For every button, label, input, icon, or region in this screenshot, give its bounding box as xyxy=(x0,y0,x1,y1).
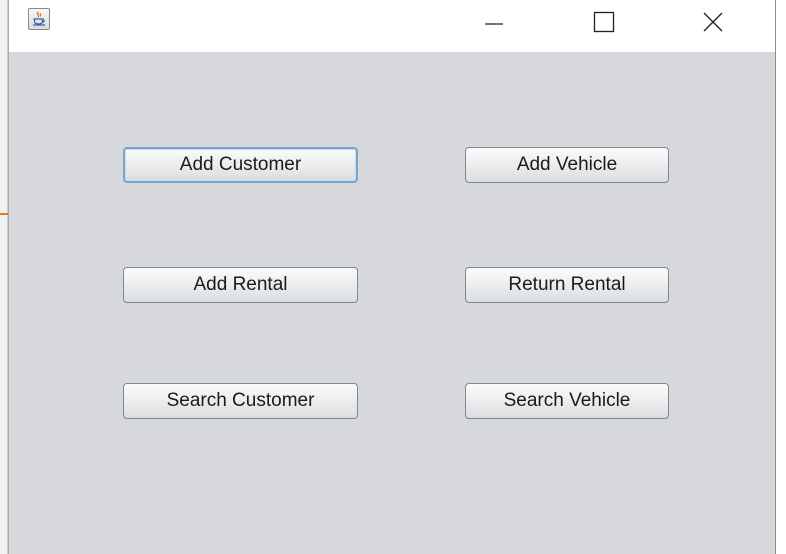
title-bar[interactable] xyxy=(9,0,775,52)
java-coffee-icon[interactable] xyxy=(28,8,50,30)
background-app-accent-line xyxy=(0,213,8,215)
app-window: Add Customer Add Vehicle Add Rental Retu… xyxy=(8,0,776,554)
add-vehicle-button[interactable]: Add Vehicle xyxy=(465,147,669,183)
return-rental-button[interactable]: Return Rental xyxy=(465,267,669,303)
add-rental-button[interactable]: Add Rental xyxy=(123,267,358,303)
minimize-icon xyxy=(485,23,503,25)
background-app-edge xyxy=(0,0,8,554)
close-icon xyxy=(703,12,723,32)
add-customer-button[interactable]: Add Customer xyxy=(123,147,358,183)
search-vehicle-button[interactable]: Search Vehicle xyxy=(465,383,669,419)
close-button[interactable] xyxy=(689,0,735,42)
maximize-icon xyxy=(593,11,615,33)
main-panel: Add Customer Add Vehicle Add Rental Retu… xyxy=(9,52,775,554)
maximize-button[interactable] xyxy=(580,0,626,42)
search-customer-button[interactable]: Search Customer xyxy=(123,383,358,419)
minimize-button[interactable] xyxy=(471,0,517,42)
